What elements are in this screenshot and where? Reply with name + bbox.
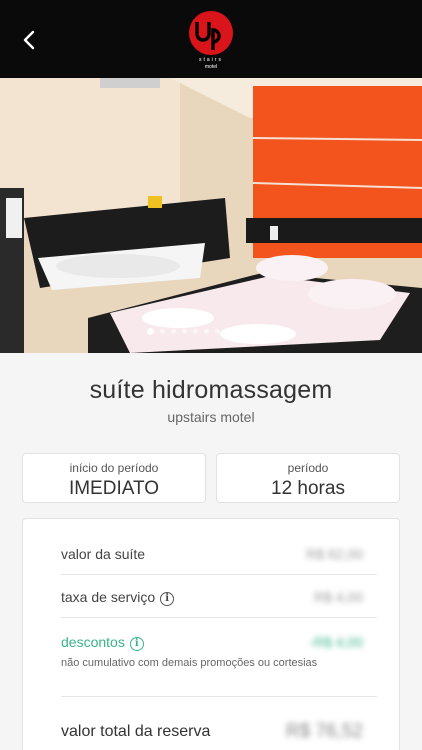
total-label: valor total da reserva bbox=[61, 723, 211, 740]
total-value: R$ 76,52 bbox=[285, 721, 363, 742]
room-photo bbox=[0, 78, 422, 353]
period-start-value: IMEDIATO bbox=[68, 478, 160, 499]
carousel-dot[interactable] bbox=[160, 329, 165, 334]
logo-subtext: stairs bbox=[199, 57, 223, 63]
carousel-dot[interactable] bbox=[204, 329, 209, 334]
back-button[interactable] bbox=[16, 26, 44, 54]
carousel-indicator bbox=[0, 328, 422, 335]
period-start-box[interactable]: início do período IMEDIATO bbox=[22, 453, 206, 503]
carousel-dot[interactable] bbox=[193, 329, 198, 334]
top-bar: stairs motel bbox=[0, 0, 422, 78]
info-icon[interactable]: i bbox=[160, 592, 175, 606]
period-start-label: início do período bbox=[69, 461, 159, 475]
carousel-dot[interactable] bbox=[270, 329, 275, 334]
carousel-dot[interactable] bbox=[215, 329, 220, 334]
service-fee-label-wrap: taxa de serviço i bbox=[61, 589, 175, 606]
service-fee-value: R$ 4,00 bbox=[313, 589, 363, 605]
info-icon[interactable]: i bbox=[129, 637, 144, 651]
carousel-dot[interactable] bbox=[171, 329, 176, 334]
room-price-label: valor da suíte bbox=[61, 546, 146, 562]
carousel-dot[interactable] bbox=[226, 329, 231, 334]
total-row: valor total da reserva R$ 76,52 bbox=[61, 721, 363, 742]
room-name: suíte hidromassagem bbox=[89, 376, 333, 404]
motel-name: upstairs motel bbox=[167, 409, 255, 425]
discount-note: não cumulativo com demais promoções ou c… bbox=[61, 657, 318, 669]
service-fee-label: taxa de serviço bbox=[61, 589, 156, 605]
divider bbox=[61, 617, 377, 618]
motel-logo: stairs motel bbox=[186, 10, 236, 70]
discount-label: descontos bbox=[61, 634, 125, 650]
room-price-value: R$ 62,00 bbox=[306, 546, 363, 562]
carousel-dot[interactable] bbox=[259, 329, 264, 334]
divider bbox=[61, 696, 377, 697]
carousel-dot[interactable] bbox=[147, 328, 154, 335]
logo-caption: motel bbox=[205, 64, 217, 70]
discount-value: -R$ 4,00 bbox=[309, 634, 363, 650]
period-box[interactable]: período 12 horas bbox=[216, 453, 400, 503]
chevron-left-icon bbox=[23, 30, 35, 50]
price-summary-card: valor da suíte R$ 62,00 taxa de serviço i… bbox=[22, 518, 400, 750]
period-value: 12 horas bbox=[271, 478, 345, 499]
carousel-dot[interactable] bbox=[237, 329, 242, 334]
carousel-dot[interactable] bbox=[248, 329, 253, 334]
carousel-dot[interactable] bbox=[182, 329, 187, 334]
room-photo-carousel[interactable] bbox=[0, 78, 422, 353]
discount-label-wrap: descontos i bbox=[61, 634, 144, 651]
period-label: período bbox=[287, 461, 329, 475]
divider bbox=[61, 574, 377, 575]
